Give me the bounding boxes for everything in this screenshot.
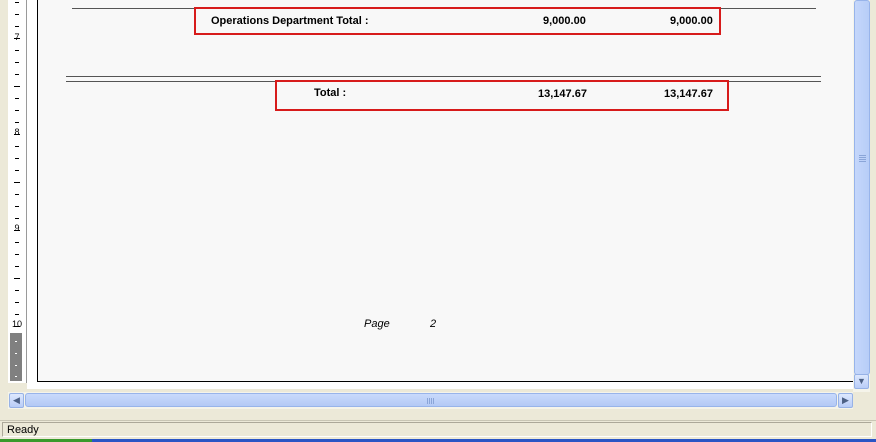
- status-text: Ready: [2, 422, 872, 437]
- chevron-left-icon: ◀: [13, 395, 20, 405]
- ruler-tick: [15, 266, 19, 267]
- ruler-tick: [15, 74, 19, 75]
- ruler-margin-marker: [10, 333, 22, 381]
- ruler-tick: [15, 242, 19, 243]
- dept-total-value-2: 9,000.00: [670, 15, 713, 27]
- ruler-tick: [15, 122, 19, 123]
- ruler-tick: [15, 2, 19, 3]
- ruler-tick: [15, 302, 19, 303]
- ruler-tick: [15, 146, 19, 147]
- chevron-down-icon: ▼: [857, 376, 866, 386]
- horizontal-scrollbar[interactable]: ◀ ▶: [8, 392, 853, 409]
- ruler-number: 10: [11, 319, 22, 329]
- grand-total-value-2: 13,147.67: [664, 88, 713, 100]
- ruler-tick: [14, 38, 20, 39]
- ruler-number: 8: [14, 127, 20, 137]
- ruler-tick: [14, 230, 20, 231]
- ruler-tick: [15, 26, 19, 27]
- ruler-tick: [15, 206, 19, 207]
- horizontal-scroll-thumb[interactable]: [25, 393, 837, 407]
- dept-total-label: Operations Department Total :: [211, 15, 369, 27]
- ruler-tick: [15, 62, 19, 63]
- ruler-tick: [15, 314, 19, 315]
- ruler-number: 7: [14, 32, 20, 42]
- vertical-scrollbar[interactable]: ▼: [853, 0, 870, 392]
- ruler-tick: [15, 170, 19, 171]
- vertical-scroll-thumb[interactable]: [854, 0, 870, 375]
- ruler-tick: [15, 254, 19, 255]
- page-label: Page: [364, 318, 390, 330]
- page-number: 2: [430, 318, 437, 330]
- report-page: Operations Department Total : 9,000.00 9…: [37, 0, 855, 382]
- ruler-tick: [14, 134, 20, 135]
- vertical-ruler: 7 8 9 10: [8, 0, 27, 383]
- ruler-tick: [14, 278, 20, 279]
- double-rule-top: [66, 76, 821, 77]
- ruler-number: 9: [14, 223, 20, 233]
- ruler-tick: [14, 182, 20, 183]
- ruler-tick: [15, 110, 19, 111]
- dept-total-value-1: 9,000.00: [543, 15, 586, 27]
- ruler-tick: [14, 326, 20, 327]
- grand-total-label: Total :: [314, 87, 347, 99]
- scroll-left-button[interactable]: ◀: [9, 393, 24, 408]
- ruler-tick: [15, 98, 19, 99]
- scroll-right-button[interactable]: ▶: [838, 393, 853, 408]
- scroll-down-button[interactable]: ▼: [854, 374, 869, 389]
- ruler-tick: [15, 218, 19, 219]
- chevron-right-icon: ▶: [842, 395, 849, 405]
- ruler-tick: [15, 158, 19, 159]
- ruler-tick: [15, 194, 19, 195]
- ruler-tick: [15, 290, 19, 291]
- grand-total-value-1: 13,147.67: [538, 88, 587, 100]
- ruler-tick: [14, 86, 20, 87]
- ruler-tick: [15, 50, 19, 51]
- status-bar: Ready: [0, 420, 876, 440]
- report-viewport: Operations Department Total : 9,000.00 9…: [27, 0, 855, 389]
- ruler-tick: [15, 14, 19, 15]
